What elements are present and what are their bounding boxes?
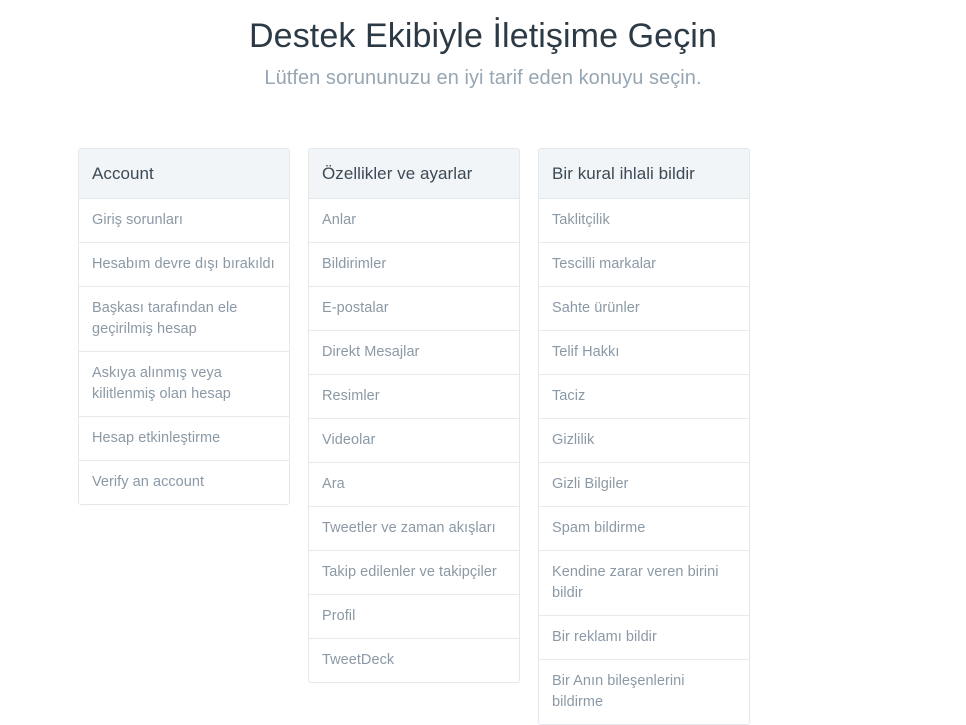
topic-list-item-label: Başkası tarafından ele geçirilmiş hesap (92, 300, 238, 337)
topic-list-item-label: Gizlilik (552, 432, 595, 448)
topic-card: Account Giriş sorunları Hesabım devre dışı… (78, 148, 290, 505)
topic-list-item[interactable]: Tweetler ve zaman akışları (309, 507, 519, 551)
topic-list-item-label: TweetDeck (322, 652, 395, 668)
topic-list-item[interactable]: Taklitçilik (539, 199, 749, 243)
topic-list-item[interactable]: Bildirimler (309, 243, 519, 287)
topic-list-item[interactable]: Gizlilik (539, 419, 749, 463)
topic-card-title: Account (92, 163, 154, 183)
topic-list-item-label: Giriş sorunları (92, 212, 183, 228)
topic-list-item-label: Taklitçilik (552, 212, 610, 228)
topic-card-title: Özellikler ve ayarlar (322, 163, 473, 183)
topic-list-item-label: E-postalar (322, 300, 389, 316)
topic-list-item[interactable]: Videolar (309, 419, 519, 463)
topic-card-title: Bir kural ihlali bildir (552, 163, 695, 183)
topic-list-item[interactable]: Ara (309, 463, 519, 507)
topic-list-item[interactable]: Giriş sorunları (79, 199, 289, 243)
topic-list-item-label: Tweetler ve zaman akışları (322, 520, 496, 536)
topic-list-item[interactable]: Bir reklamı bildir (539, 616, 749, 660)
topic-list-item-label: Direkt Mesajlar (322, 344, 420, 360)
topic-list-item-label: Telif Hakkı (552, 344, 620, 360)
page-subtitle: Lütfen sorununuzu en iyi tarif eden konu… (264, 67, 702, 89)
topic-list-item-label: Gizli Bilgiler (552, 476, 629, 492)
topic-list-item-label: Profil (322, 608, 356, 624)
topic-card-header: Bir kural ihlali bildir (539, 149, 749, 199)
topic-list-item[interactable]: Sahte ürünler (539, 287, 749, 331)
page-title: Destek Ekibiyle İletişime Geçin (249, 17, 717, 55)
topic-list-item[interactable]: Gizli Bilgiler (539, 463, 749, 507)
topic-list-item-label: Hesabım devre dışı bırakıldı (92, 256, 275, 272)
support-contact-page: Destek Ekibiyle İletişime Geçin Lütfen s… (0, 0, 966, 725)
topic-list-item[interactable]: Hesabım devre dışı bırakıldı (79, 243, 289, 287)
topic-list-item-label: Bildirimler (322, 256, 387, 272)
topic-list-item-label: Resimler (322, 388, 380, 404)
topic-list-item-label: Spam bildirme (552, 520, 646, 536)
topic-list-item[interactable]: Kendine zarar veren birini bildir (539, 551, 749, 616)
topic-list-item-label: Tescilli markalar (552, 256, 656, 272)
topic-list: Taklitçilik Tescilli markalar Sahte ürünle… (539, 199, 749, 724)
topic-list-item-label: Videolar (322, 432, 376, 448)
topic-card-header: Özellikler ve ayarlar (309, 149, 519, 199)
topic-list: Anlar Bildirimler E-postalar Direkt Mesajla… (309, 199, 519, 682)
topic-list-item[interactable]: Başkası tarafından ele geçirilmiş hesap (79, 287, 289, 352)
topic-list-item-label: Kendine zarar veren birini bildir (552, 564, 719, 601)
topic-list-item[interactable]: Profil (309, 595, 519, 639)
topic-list-item[interactable]: Hesap etkinleştirme (79, 417, 289, 461)
topic-list-item-label: Anlar (322, 212, 357, 228)
topic-list-item-label: Ara (322, 476, 345, 492)
topic-list-item[interactable]: TweetDeck (309, 639, 519, 682)
topic-card-header: Account (79, 149, 289, 199)
topic-list-item-label: Verify an account (92, 474, 205, 490)
topic-list-item[interactable]: Verify an account (79, 461, 289, 504)
topic-list-item[interactable]: Resimler (309, 375, 519, 419)
topic-card: Özellikler ve ayarlar Anlar Bildirimler E-p… (308, 148, 520, 683)
topic-list-item[interactable]: Anlar (309, 199, 519, 243)
topic-list-item[interactable]: Taciz (539, 375, 749, 419)
topic-list: Giriş sorunları Hesabım devre dışı bırakı… (79, 199, 289, 504)
topic-list-item-label: Askıya alınmış veya kilitlenmiş olan hes… (92, 365, 231, 402)
page-header: Destek Ekibiyle İletişime Geçin Lütfen s… (0, 0, 966, 92)
topic-list-item[interactable]: Takip edilenler ve takipçiler (309, 551, 519, 595)
topic-list-item[interactable]: Askıya alınmış veya kilitlenmiş olan hes… (79, 352, 289, 417)
topic-list-item-label: Hesap etkinleştirme (92, 430, 221, 446)
topic-list-item-label: Bir reklamı bildir (552, 629, 657, 645)
topic-list-item-label: Taciz (552, 388, 586, 404)
topic-list-item[interactable]: E-postalar (309, 287, 519, 331)
topic-list-item-label: Sahte ürünler (552, 300, 640, 316)
topic-list-item[interactable]: Bir Anın bileşenlerini bildirme (539, 660, 749, 724)
topic-list-item[interactable]: Tescilli markalar (539, 243, 749, 287)
topic-card: Bir kural ihlali bildir Taklitçilik Tescil… (538, 148, 750, 725)
topic-list-item-label: Bir Anın bileşenlerini bildirme (552, 673, 685, 710)
topic-list-item-label: Takip edilenler ve takipçiler (322, 564, 497, 580)
topic-list-item[interactable]: Telif Hakkı (539, 331, 749, 375)
topic-category-columns: Account Giriş sorunları Hesabım devre dışı… (78, 148, 888, 725)
topic-list-item[interactable]: Spam bildirme (539, 507, 749, 551)
topic-list-item[interactable]: Direkt Mesajlar (309, 331, 519, 375)
